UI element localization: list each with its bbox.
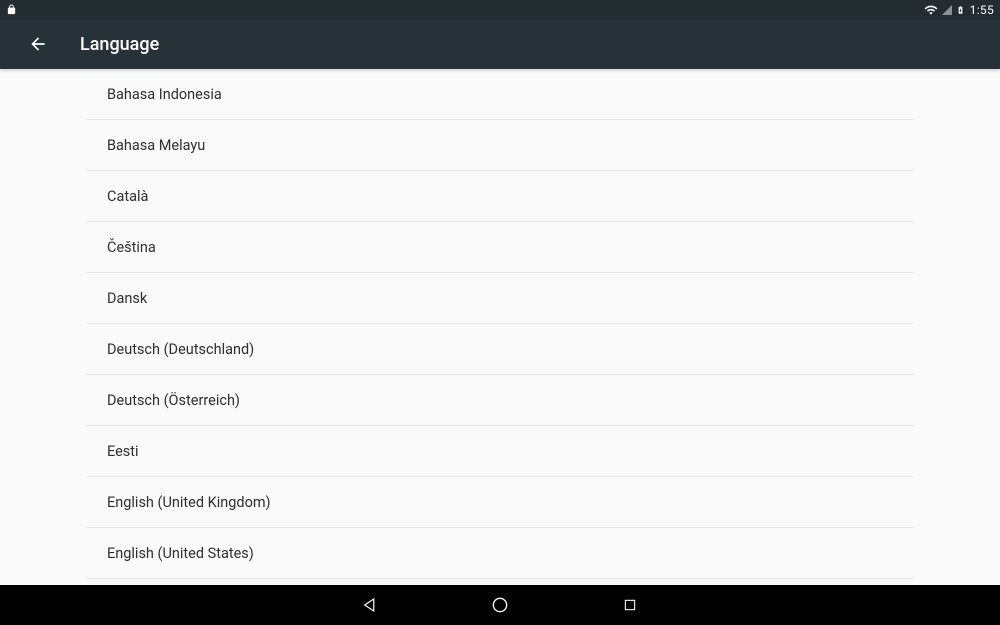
list-item[interactable]: Deutsch (Österreich) bbox=[87, 375, 913, 426]
lock-icon bbox=[6, 4, 17, 15]
language-label: Eesti bbox=[107, 443, 139, 460]
language-label: English (United Kingdom) bbox=[107, 494, 271, 511]
content-area[interactable]: Bahasa Indonesia Bahasa Melayu Català Če… bbox=[0, 69, 1000, 585]
list-item[interactable]: Deutsch (Deutschland) bbox=[87, 324, 913, 375]
status-bar: 1:55 bbox=[0, 0, 1000, 19]
back-button[interactable] bbox=[18, 24, 58, 64]
page-title: Language bbox=[80, 34, 159, 55]
list-item[interactable]: English (United Kingdom) bbox=[87, 477, 913, 528]
language-label: Čeština bbox=[107, 239, 156, 256]
no-sim-icon bbox=[941, 4, 953, 16]
list-item[interactable]: Català bbox=[87, 171, 913, 222]
nav-back-button[interactable] bbox=[359, 594, 381, 616]
nav-home-button[interactable] bbox=[489, 594, 511, 616]
status-right: 1:55 bbox=[924, 3, 994, 17]
list-item[interactable]: Dansk bbox=[87, 273, 913, 324]
status-clock: 1:55 bbox=[970, 3, 994, 17]
language-label: Bahasa Indonesia bbox=[107, 86, 222, 103]
circle-home-icon bbox=[490, 595, 510, 615]
battery-charging-icon bbox=[956, 3, 965, 17]
language-label: Deutsch (Österreich) bbox=[107, 392, 240, 409]
language-label: English (United States) bbox=[107, 545, 254, 562]
nav-recent-button[interactable] bbox=[619, 594, 641, 616]
wifi-icon bbox=[924, 3, 938, 17]
language-label: Català bbox=[107, 188, 148, 205]
list-item[interactable]: Čeština bbox=[87, 222, 913, 273]
status-left bbox=[6, 4, 17, 15]
square-recent-icon bbox=[622, 597, 638, 613]
language-label: Dansk bbox=[107, 290, 147, 307]
language-label: Bahasa Melayu bbox=[107, 137, 205, 154]
language-list: Bahasa Indonesia Bahasa Melayu Català Če… bbox=[87, 69, 913, 579]
navigation-bar bbox=[0, 585, 1000, 625]
app-bar: Language bbox=[0, 19, 1000, 69]
list-item[interactable]: Bahasa Melayu bbox=[87, 120, 913, 171]
list-item[interactable]: Bahasa Indonesia bbox=[87, 69, 913, 120]
arrow-back-icon bbox=[28, 34, 48, 54]
language-label: Deutsch (Deutschland) bbox=[107, 341, 254, 358]
triangle-back-icon bbox=[361, 596, 379, 614]
list-item[interactable]: Eesti bbox=[87, 426, 913, 477]
list-item[interactable]: English (United States) bbox=[87, 528, 913, 579]
